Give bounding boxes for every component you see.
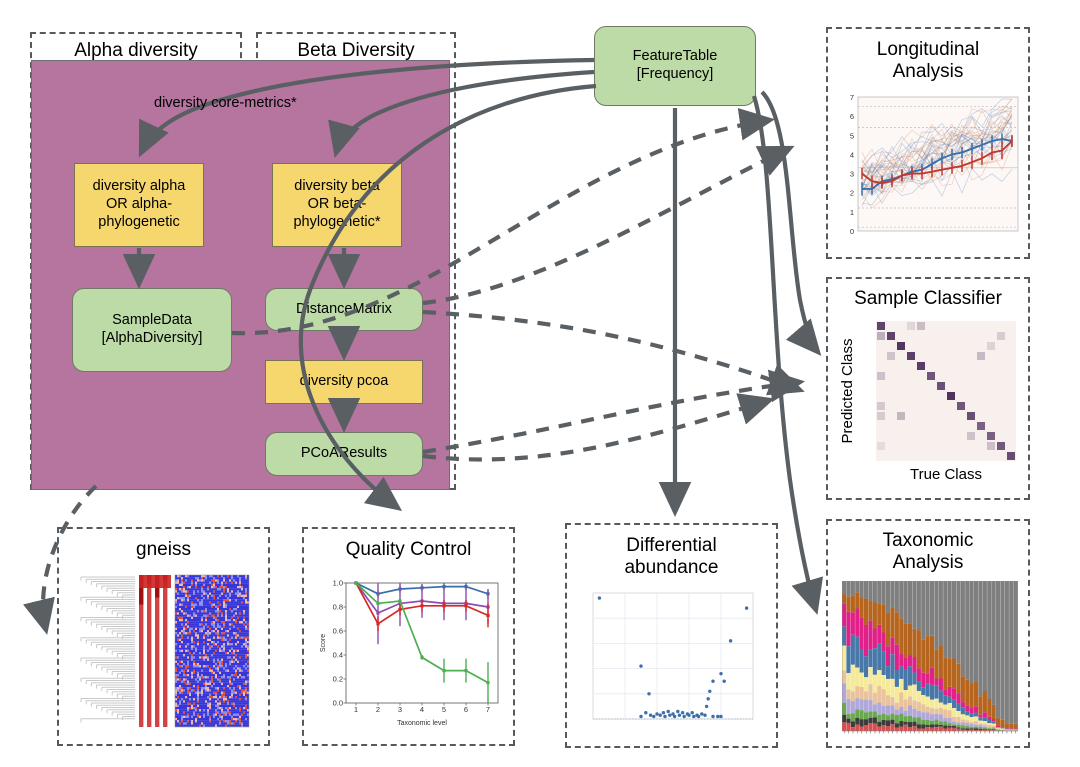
node-feature-table-line1: FeatureTable	[632, 48, 718, 65]
chart-confusion-matrix: Predicted Class True Class	[839, 321, 1016, 483]
svg-text:4: 4	[850, 150, 854, 159]
svg-text:0: 0	[850, 227, 854, 236]
svg-text:0.8: 0.8	[333, 603, 343, 612]
svg-text:True Class: True Class	[910, 466, 982, 483]
node-pcoa-results-label: PCoAResults	[300, 445, 388, 462]
edge-pcoaresults-to-visualiser	[422, 393, 775, 462]
svg-text:0.2: 0.2	[333, 675, 343, 684]
panel-longitudinal[interactable]: Longitudinal Analysis 0 1 2 3 4 5 6 7	[826, 27, 1030, 259]
node-sample-data-line1: SampleData	[112, 312, 192, 329]
node-diversity-pcoa[interactable]: diversity pcoa	[265, 360, 423, 404]
svg-text:3: 3	[398, 705, 402, 714]
panel-quality-control[interactable]: Quality Control 0.0 0.2 0.4 0.6 0.8 1.0 1 2 3 4 5 6…	[302, 527, 515, 746]
svg-text:Taxonomic level: Taxonomic level	[397, 720, 447, 727]
svg-text:Score: Score	[320, 634, 327, 652]
node-diversity-beta[interactable]: diversity beta OR beta- phylogenetic*	[272, 163, 402, 247]
panel-differential-title-line2: abundance	[624, 557, 719, 579]
node-feature-table-line2: [Frequency]	[636, 66, 714, 82]
node-diversity-pcoa-label: diversity pcoa	[299, 373, 389, 390]
node-diversity-alpha-line2: OR alpha-	[105, 196, 173, 213]
panel-gneiss-title-line1: gneiss	[136, 539, 191, 560]
panel-quality-control-title-line1: Quality Control	[345, 539, 472, 560]
panel-sample-classifier-title-line1: Sample Classifier	[854, 288, 1002, 309]
panel-quality-control-title: Quality Control	[304, 539, 513, 561]
panel-sample-classifier[interactable]: Sample Classifier Predicted Class True Cl…	[826, 277, 1030, 500]
node-distance-matrix[interactable]: DistanceMatrix	[265, 288, 423, 331]
svg-text:2: 2	[376, 705, 380, 714]
edge-distancematrix-to-sample-classifier	[422, 309, 805, 396]
edge-pcoaresults-to-sample-classifier	[422, 369, 805, 455]
svg-text:7: 7	[486, 705, 490, 714]
edge-featuretable-to-sample-classifier	[760, 90, 822, 356]
node-sample-data-line2: [AlphaDiversity]	[101, 330, 203, 346]
panel-longitudinal-title: Longitudinal Analysis	[828, 39, 1028, 83]
svg-text:6: 6	[464, 705, 468, 714]
node-diversity-beta-line1: diversity beta	[294, 178, 380, 195]
svg-text:1.0: 1.0	[333, 579, 343, 588]
chart-quality-control: 0.0 0.2 0.4 0.6 0.8 1.0 1 2 3 4 5 6 7 Score Taxonomic …	[320, 579, 499, 727]
panel-differential-title-line1: Differential	[626, 535, 717, 556]
panel-sample-classifier-title: Sample Classifier	[828, 288, 1028, 310]
node-distance-matrix-label: DistanceMatrix	[296, 300, 392, 317]
group-title-alpha: Alpha diversity	[74, 40, 198, 61]
node-diversity-beta-line2: OR beta-	[307, 196, 367, 213]
panel-differential-title: Differential abundance	[567, 535, 776, 579]
panel-gneiss[interactable]: gneiss	[57, 527, 270, 746]
svg-text:7: 7	[850, 93, 854, 102]
svg-text:3: 3	[850, 170, 854, 179]
svg-text:4: 4	[420, 705, 424, 714]
panel-taxonomic-title-line2: Analysis	[892, 552, 964, 574]
panel-taxonomic-title: Taxonomic Analysis	[828, 530, 1028, 574]
panel-longitudinal-title-line1: Longitudinal	[876, 39, 980, 60]
chart-longitudinal: 0 1 2 3 4 5 6 7	[850, 93, 1019, 236]
edge-label-core-metrics: diversity core-metrics*	[154, 95, 297, 111]
panel-taxonomic-title-line1: Taxonomic	[882, 530, 974, 551]
svg-text:5: 5	[850, 131, 854, 140]
svg-text:0.6: 0.6	[333, 627, 343, 636]
node-pcoa-results[interactable]: PCoAResults	[265, 432, 423, 476]
svg-text:5: 5	[442, 705, 446, 714]
panel-gneiss-title: gneiss	[59, 539, 268, 561]
group-title-beta: Beta Diversity	[297, 40, 415, 61]
node-diversity-alpha[interactable]: diversity alpha OR alpha- phylogenetic	[74, 163, 204, 247]
panel-taxonomic-analysis[interactable]: Taxonomic Analysis	[826, 519, 1030, 748]
panel-differential-abundance[interactable]: Differential abundance	[565, 523, 778, 748]
node-diversity-alpha-line3: phylogenetic	[98, 213, 180, 230]
chart-gneiss-heatmap	[80, 574, 250, 728]
svg-text:0.4: 0.4	[333, 651, 343, 660]
diversity-band	[31, 60, 450, 490]
chart-taxonomic-barplot	[842, 581, 1018, 734]
node-sample-data-alpha-diversity[interactable]: SampleData [AlphaDiversity]	[72, 288, 232, 372]
svg-text:0.0: 0.0	[333, 699, 343, 708]
svg-text:Predicted Class: Predicted Class	[839, 338, 856, 443]
svg-text:2: 2	[850, 189, 854, 198]
chart-differential-scatter	[592, 592, 754, 720]
edge-distancematrix-to-longitudinal	[422, 145, 795, 306]
node-diversity-alpha-line1: diversity alpha	[92, 178, 186, 195]
diagram-canvas: Alpha diversity Beta Diversity FeatureTa…	[0, 0, 1080, 767]
panel-longitudinal-title-line2: Analysis	[892, 61, 964, 83]
svg-text:1: 1	[850, 208, 854, 217]
svg-text:1: 1	[354, 705, 358, 714]
node-diversity-beta-line3: phylogenetic*	[293, 213, 381, 230]
svg-text:6: 6	[850, 112, 854, 121]
node-feature-table[interactable]: FeatureTable [Frequency]	[594, 26, 756, 106]
